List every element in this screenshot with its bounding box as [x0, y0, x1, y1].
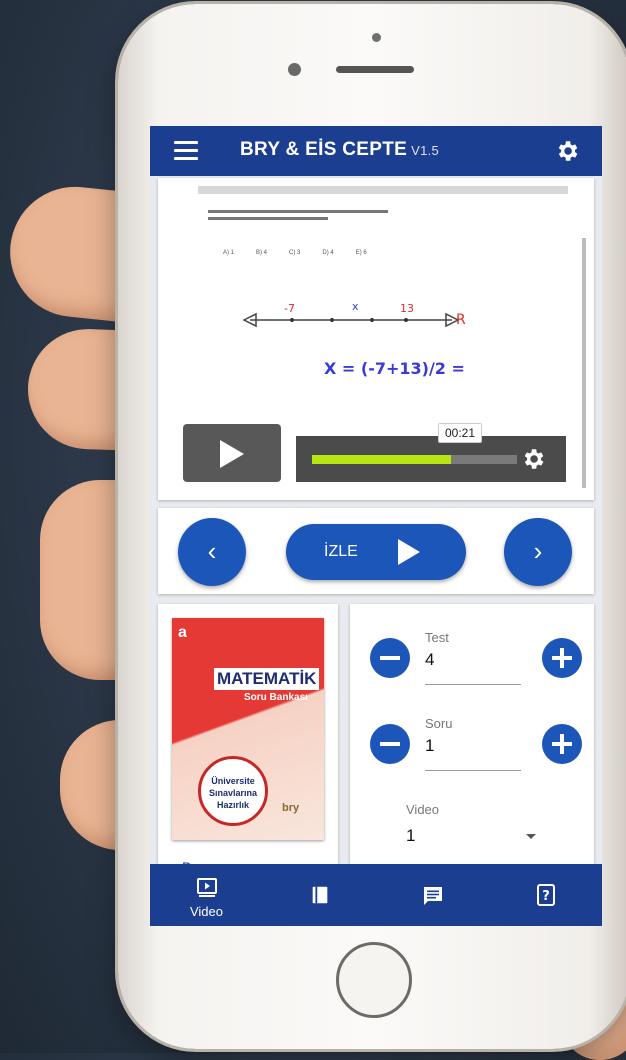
camera-lens	[288, 63, 301, 76]
test-decrement-button[interactable]	[370, 638, 410, 678]
test-underline	[425, 684, 521, 685]
video-scrollbar[interactable]	[582, 238, 586, 488]
mark-x: x	[352, 300, 359, 313]
progress-track[interactable]	[312, 455, 517, 464]
video-settings-gear-icon[interactable]	[520, 446, 546, 472]
play-icon	[398, 539, 420, 565]
question-label: Soru	[425, 716, 453, 731]
book-card[interactable]: a MATEMATİK Soru Bankası Üniversite Sınav…	[158, 604, 338, 874]
earpiece-speaker	[336, 66, 414, 73]
answer-choices: A) 1 B) 4 C) 3 D) 4 E) 6	[223, 250, 367, 256]
book-brand-logo: a	[178, 624, 187, 641]
play-button[interactable]	[183, 424, 281, 482]
svg-text:R: R	[456, 312, 466, 328]
mark-13: 13	[400, 302, 414, 315]
watch-label: İZLE	[324, 543, 358, 560]
tab-video[interactable]: Video	[150, 864, 263, 926]
message-tab-icon	[424, 887, 442, 905]
tab-messages[interactable]	[376, 864, 489, 926]
book-cover: a MATEMATİK Soru Bankası Üniversite Sınav…	[172, 618, 324, 840]
question-decrement-button[interactable]	[370, 724, 410, 764]
app-screen: BRY & EİS CEPTE V1.5 A) 1 B) 4 C) 3 D) 4 E) 6…	[150, 126, 602, 926]
question-value[interactable]: 1	[425, 736, 434, 756]
publisher-logo: bry	[282, 802, 300, 814]
video-select-label: Video	[406, 802, 440, 817]
menu-icon[interactable]	[174, 141, 198, 161]
book-subtitle: Soru Bankası	[244, 692, 308, 703]
bottom-navigation: Video ?	[150, 864, 602, 926]
tab-help[interactable]: ?	[489, 864, 602, 926]
next-button[interactable]: ›	[504, 518, 572, 586]
video-tab-icon	[197, 878, 217, 897]
help-tab-icon: ?	[537, 884, 555, 906]
app-title: BRY & EİS CEPTE V1.5	[240, 139, 440, 160]
selection-panel: Test 4 Soru 1 Video 1	[350, 604, 594, 874]
question-underline	[425, 770, 521, 771]
test-label: Test	[425, 630, 449, 645]
app-version: V1.5	[411, 143, 440, 158]
previous-button[interactable]: ‹	[178, 518, 246, 586]
navigation-controls: ‹ İZLE ›	[158, 508, 594, 594]
app-bar: BRY & EİS CEPTE V1.5	[150, 126, 602, 176]
front-camera	[372, 33, 381, 42]
video-player[interactable]: A) 1 B) 4 C) 3 D) 4 E) 6 R -7 x 13 X = (-7+1…	[158, 178, 594, 500]
tab-video-label: Video	[189, 904, 223, 919]
svg-text:?: ?	[542, 889, 550, 904]
handwritten-solution: R -7 x 13 X = (-7+13)/2 =	[242, 300, 466, 378]
mark-minus7: -7	[284, 302, 295, 315]
question-increment-button[interactable]	[542, 724, 582, 764]
video-select-value[interactable]: 1	[406, 826, 415, 846]
tab-book[interactable]	[263, 864, 376, 926]
watch-button[interactable]: İZLE	[286, 524, 466, 580]
time-tooltip: 00:21	[438, 423, 483, 443]
video-timeline[interactable]	[296, 436, 566, 482]
test-increment-button[interactable]	[542, 638, 582, 678]
book-title: MATEMATİK	[214, 668, 320, 690]
question-text	[208, 206, 408, 226]
play-icon	[220, 440, 244, 468]
test-value[interactable]: 4	[425, 650, 434, 670]
settings-gear-icon[interactable]	[554, 138, 580, 164]
board-equation: X = (-7+13)/2 =	[324, 359, 465, 378]
document-header-strip	[198, 186, 568, 194]
book-tab-icon	[312, 886, 328, 904]
home-button[interactable]	[336, 942, 412, 1018]
progress-fill	[312, 455, 452, 464]
dropdown-arrow-icon[interactable]	[526, 834, 536, 839]
book-badge: Üniversite Sınavlarına Hazırlık	[198, 756, 268, 826]
